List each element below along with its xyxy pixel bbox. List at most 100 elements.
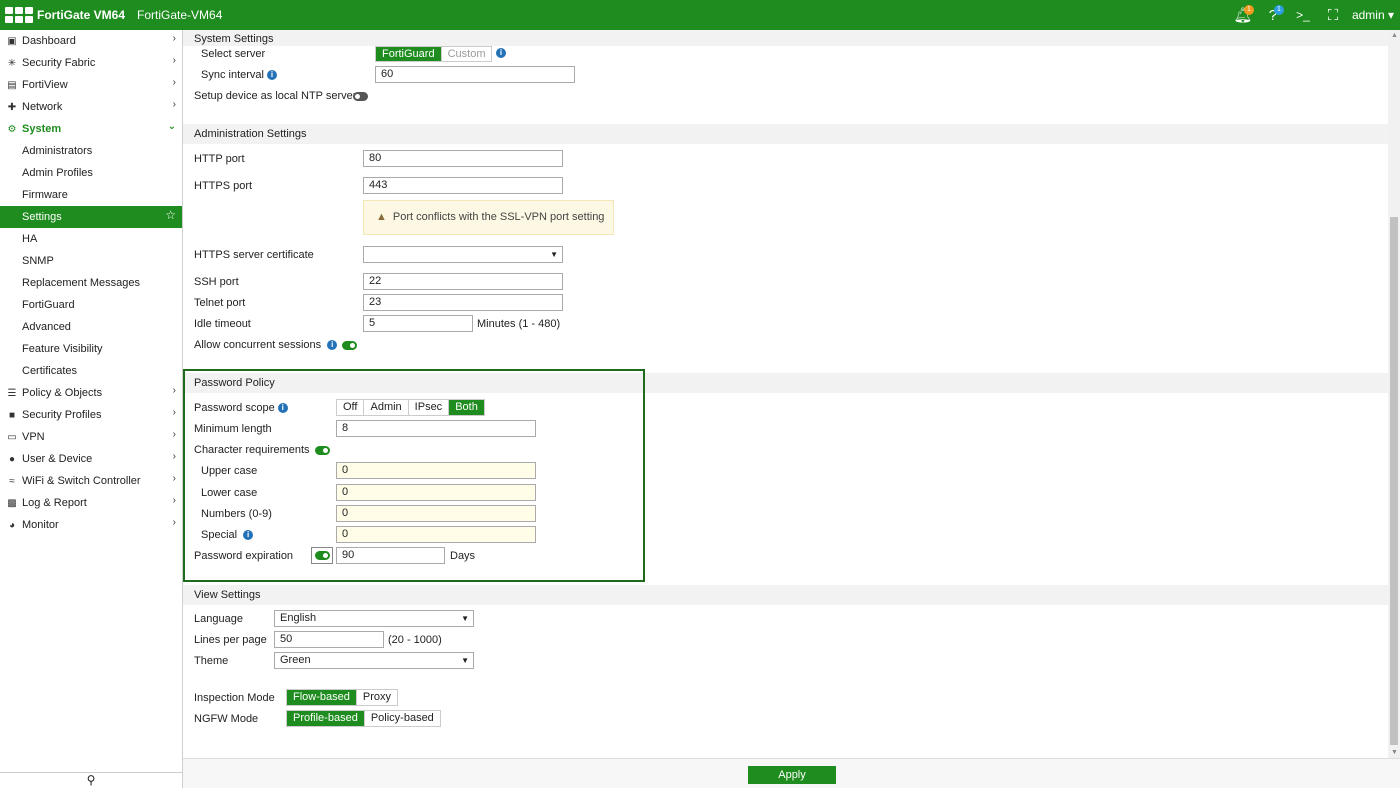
- dropdown-arrow-icon: ▼: [461, 656, 469, 665]
- sidebar-item-fortiguard[interactable]: FortiGuard: [0, 294, 182, 316]
- policy-icon: ☰: [7, 387, 17, 399]
- language-label: Language: [194, 613, 243, 625]
- sidebar-item-user-device[interactable]: ● User & Device ›: [0, 448, 182, 470]
- sync-interval-input[interactable]: 60: [375, 66, 575, 83]
- system-settings-header: System Settings: [183, 30, 1388, 46]
- lock-icon: ■: [8, 409, 16, 421]
- https-cert-select[interactable]: ▼: [363, 246, 563, 263]
- scrollbar-thumb[interactable]: [1390, 217, 1398, 745]
- pie-icon: ◕: [8, 519, 16, 531]
- http-port-label: HTTP port: [194, 153, 245, 165]
- sidebar-item-monitor[interactable]: ◕ Monitor ›: [0, 514, 182, 536]
- sidebar-item-replacement-messages[interactable]: Replacement Messages: [0, 272, 182, 294]
- sync-interval-label: Sync interval i: [201, 69, 277, 81]
- https-cert-label: HTTPS server certificate: [194, 249, 314, 261]
- ngfw-mode-label: NGFW Mode: [194, 713, 259, 725]
- idle-timeout-unit: Minutes (1 - 480): [477, 318, 561, 330]
- sidebar-item-snmp[interactable]: SNMP: [0, 250, 182, 272]
- info-icon[interactable]: i: [496, 48, 506, 58]
- network-icon: ✚: [7, 101, 17, 113]
- sidebar-item-firmware[interactable]: Firmware: [0, 184, 182, 206]
- notifications-bell-icon[interactable]: 🔔︎ 1: [1232, 4, 1254, 26]
- settings-panel: System Settings Select server FortiGuard…: [183, 30, 1388, 788]
- footer-bar: Apply: [183, 758, 1400, 788]
- help-badge: 1: [1273, 5, 1284, 15]
- dropdown-arrow-icon: ▼: [550, 250, 558, 259]
- sidebar-item-security-fabric[interactable]: ✳ Security Fabric ›: [0, 52, 182, 74]
- sidebar-item-advanced[interactable]: Advanced: [0, 316, 182, 338]
- proxy-option[interactable]: Proxy: [356, 690, 397, 705]
- policy-based-option[interactable]: Policy-based: [364, 711, 440, 726]
- profile-based-option[interactable]: Profile-based: [287, 711, 365, 726]
- view-settings-header: View Settings: [183, 585, 1388, 605]
- hostname: FortiGate-VM64: [137, 8, 223, 22]
- vertical-scrollbar[interactable]: ▲ ▼: [1388, 30, 1400, 758]
- custom-option[interactable]: Custom: [441, 47, 492, 61]
- sidebar-item-dashboard[interactable]: ▣ Dashboard ›: [0, 30, 182, 52]
- inspection-mode-label: Inspection Mode: [194, 692, 275, 704]
- chevron-right-icon: ›: [172, 495, 176, 506]
- scroll-down-icon[interactable]: ▼: [1391, 749, 1398, 756]
- scroll-up-icon[interactable]: ▲: [1391, 32, 1398, 39]
- sidebar-item-log-report[interactable]: ▩ Log & Report ›: [0, 492, 182, 514]
- chevron-right-icon: ›: [172, 55, 176, 66]
- sidebar-item-vpn[interactable]: ▭ VPN ›: [0, 426, 182, 448]
- telnet-port-input[interactable]: 23: [363, 294, 563, 311]
- wifi-icon: ≈: [9, 475, 15, 487]
- chevron-right-icon: ›: [172, 99, 176, 110]
- theme-select[interactable]: Green ▼: [274, 652, 474, 669]
- language-select[interactable]: English ▼: [274, 610, 474, 627]
- sidebar-item-admin-profiles[interactable]: Admin Profiles: [0, 162, 182, 184]
- theme-label: Theme: [194, 655, 229, 667]
- flow-based-option[interactable]: Flow-based: [287, 690, 357, 705]
- sidebar-item-settings[interactable]: Settings ☆: [0, 206, 182, 228]
- admin-user-menu[interactable]: admin ▾: [1352, 8, 1394, 22]
- sidebar-item-ha[interactable]: HA: [0, 228, 182, 250]
- chevron-down-icon: ⌄: [167, 121, 176, 132]
- idle-timeout-input[interactable]: 5: [363, 315, 473, 332]
- sidebar-item-policy-objects[interactable]: ☰ Policy & Objects ›: [0, 382, 182, 404]
- cli-console-icon[interactable]: >_: [1292, 4, 1314, 26]
- sidebar-item-fortiview[interactable]: ▤ FortiView ›: [0, 74, 182, 96]
- http-port-input[interactable]: 80: [363, 150, 563, 167]
- fortiguard-option[interactable]: FortiGuard: [376, 47, 442, 61]
- ssh-port-input[interactable]: 22: [363, 273, 563, 290]
- info-icon[interactable]: i: [327, 340, 338, 351]
- fabric-icon: ✳: [7, 57, 17, 69]
- password-policy-highlight: [183, 369, 645, 582]
- star-icon[interactable]: ☆: [165, 208, 176, 222]
- vpn-icon: ▭: [7, 431, 17, 443]
- sidebar-item-feature-visibility[interactable]: Feature Visibility: [0, 338, 182, 360]
- sidebar-item-security-profiles[interactable]: ■ Security Profiles ›: [0, 404, 182, 426]
- select-server-label: Select server: [201, 48, 266, 60]
- local-ntp-toggle[interactable]: [353, 92, 368, 101]
- dropdown-arrow-icon: ▼: [461, 614, 469, 623]
- apply-button[interactable]: Apply: [748, 766, 836, 784]
- https-port-input[interactable]: 443: [363, 177, 563, 194]
- sidebar-item-administrators[interactable]: Administrators: [0, 140, 182, 162]
- chevron-right-icon: ›: [172, 33, 176, 44]
- server-selector[interactable]: FortiGuard Custom: [375, 46, 493, 62]
- chevron-right-icon: ›: [172, 451, 176, 462]
- ngfw-mode-selector[interactable]: Profile-based Policy-based: [286, 710, 441, 727]
- lines-per-page-input[interactable]: 50: [274, 631, 384, 648]
- concurrent-sessions-toggle[interactable]: [342, 341, 357, 350]
- fullscreen-icon[interactable]: ⛶: [1322, 4, 1344, 26]
- chevron-right-icon: ›: [172, 385, 176, 396]
- fortinet-logo-icon: [5, 7, 33, 23]
- chevron-right-icon: ›: [172, 429, 176, 440]
- info-icon[interactable]: i: [266, 70, 277, 81]
- fortiview-icon: ▤: [7, 79, 17, 91]
- port-conflict-warning: ▲ Port conflicts with the SSL-VPN port se…: [363, 200, 614, 235]
- chevron-right-icon: ›: [172, 77, 176, 88]
- chevron-right-icon: ›: [172, 517, 176, 528]
- dashboard-icon: ▣: [7, 35, 17, 47]
- sidebar-item-wifi-switch[interactable]: ≈ WiFi & Switch Controller ›: [0, 470, 182, 492]
- warning-icon: ▲: [376, 211, 387, 223]
- inspection-mode-selector[interactable]: Flow-based Proxy: [286, 689, 398, 706]
- sidebar-item-system[interactable]: ⚙ System ⌄: [0, 118, 182, 140]
- sidebar-search-icon[interactable]: ⚲: [0, 772, 182, 788]
- sidebar-item-network[interactable]: ✚ Network ›: [0, 96, 182, 118]
- help-icon[interactable]: ? 1: [1262, 4, 1284, 26]
- sidebar-item-certificates[interactable]: Certificates: [0, 360, 182, 382]
